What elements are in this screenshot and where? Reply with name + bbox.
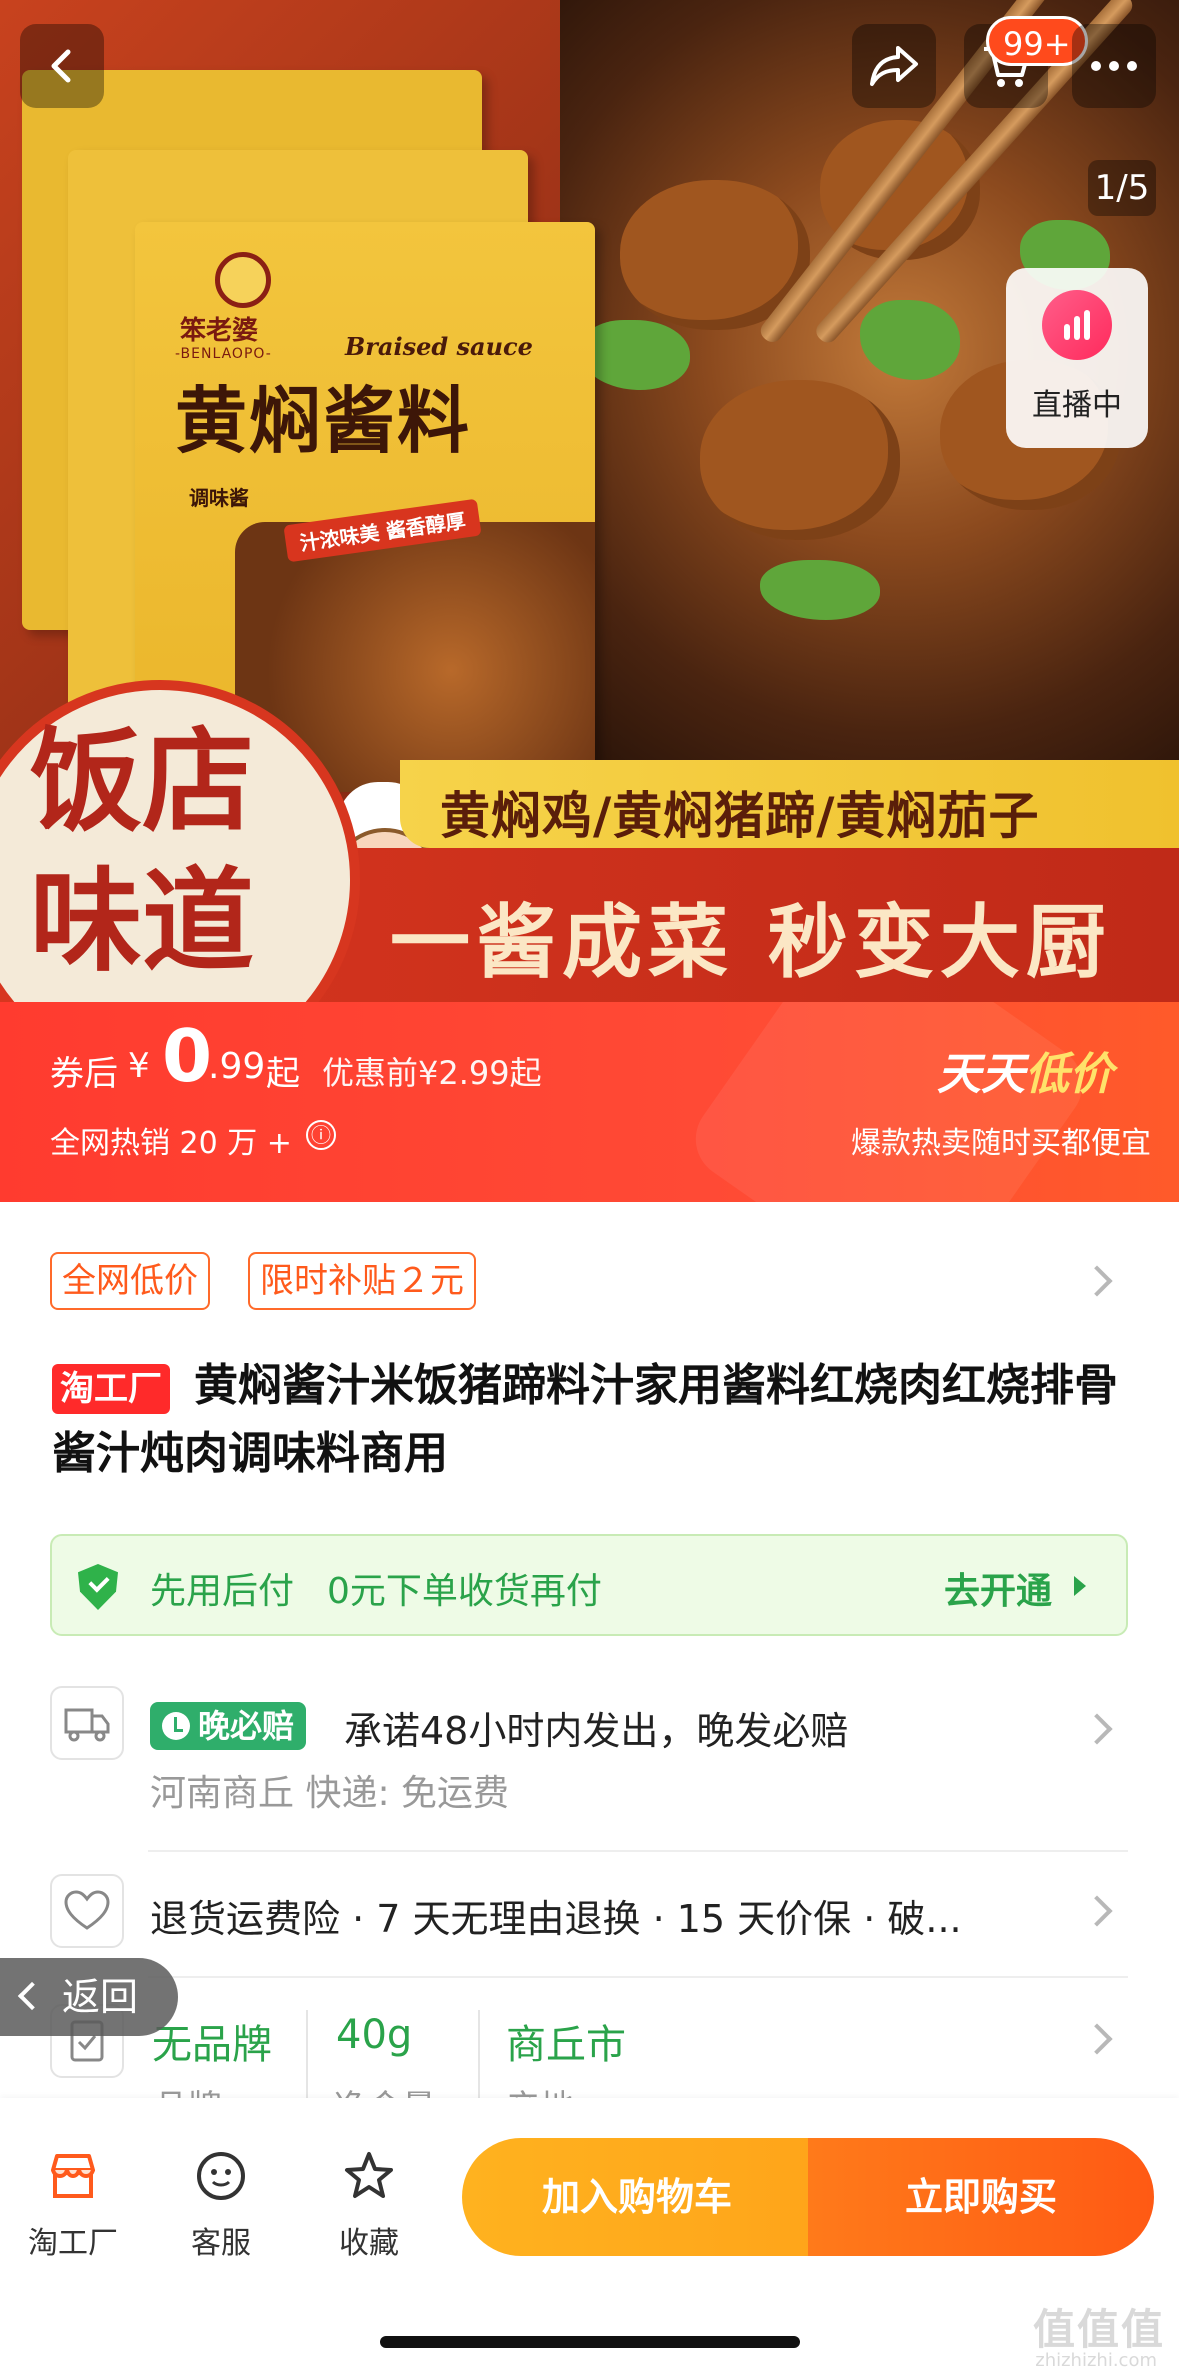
promo-title-a: 天天 [937,1049,1025,1100]
package-tag: 调味酱 [189,486,249,510]
taogongchang-badge: 淘工厂 [52,1364,170,1414]
package-brand-en: -BENLAOPO- [175,346,272,362]
image-page-counter: 1/5 [1088,160,1156,216]
shipping-chevron-icon[interactable] [1081,1713,1113,1745]
dish-list-banner: 黄焖鸡/黄焖猪蹄/黄焖茄子 [400,760,1179,848]
service-icon [197,2152,245,2200]
star-icon [345,2152,393,2198]
restaurant-taste-text: 饭店味道 [30,716,254,987]
attr-origin-value: 商丘市 [506,2022,626,2068]
share-icon [870,46,918,86]
live-icon [1042,290,1112,360]
watermark-url: zhizhizhi.com [1035,2350,1157,2371]
pepper [760,560,880,620]
price-bar: 券后 ¥ 0 .99 起 优惠前¥2.99起 全网热销 20 万 + ⓘ 天天低… [0,1002,1179,1202]
return-button[interactable]: 返回 [0,1958,178,2036]
service-guarantees[interactable]: 退货运费险 · 7 天无理由退换 · 15 天价保 · 破... [150,1888,962,1943]
tab-store-label: 淘工厂 [28,2226,118,2261]
price-suffix: 起 [266,1054,300,1094]
pay-later-subtitle: 0元下单收货再付 [327,1571,602,1612]
package-brand: 笨老婆 [180,316,259,346]
slogan-text: 一酱成菜 秒变大厨 [390,895,1112,989]
dish-list-text: 黄焖鸡/黄焖猪蹄/黄焖茄子 [440,787,1040,845]
meat-chunk [700,380,900,540]
clock-icon [162,1712,190,1740]
info-icon[interactable]: ⓘ [306,1120,336,1150]
product-title: 黄焖酱汁米饭猪蹄料汁家用酱料红烧肉红烧排骨酱汁炖肉调味料商用 [52,1360,1118,1479]
package-english: Braised sauce [345,332,533,361]
tab-favorite[interactable]: 收藏 [304,2148,434,2262]
divider [148,1850,1128,1852]
shield-check-icon [78,1564,118,1610]
product-image-carousel[interactable]: 笨老婆 -BENLAOPO- Braised sauce 黄焖酱料 调味酱 汁浓… [0,0,1179,1002]
shipping-origin-fee: 河南商丘 快递: 免运费 [150,1773,510,1814]
brand-logo-icon [215,252,271,308]
late-badge-label: 晚必赔 [198,1707,295,1745]
promo-subtitle: 爆款热卖随时买都便宜 [851,1126,1151,1161]
original-price: 优惠前¥2.99起 [322,1054,542,1092]
package-title: 黄焖酱料 [175,378,472,463]
tab-favorite-label: 收藏 [339,2226,399,2261]
attributes-chevron-icon[interactable] [1081,2023,1113,2055]
attr-weight-value: 40g [336,2012,413,2058]
live-label: 直播中 [1032,388,1122,423]
chevron-left-icon [17,1981,47,2011]
service-chevron-icon[interactable] [1081,1895,1113,1927]
back-button[interactable] [20,24,104,108]
heart-shield-icon [50,1874,124,1948]
tab-service[interactable]: 客服 [156,2148,286,2262]
pepper [860,300,960,380]
chevron-left-icon [51,49,71,83]
divider [148,1976,1128,1978]
promo-title-b: 低价 [1025,1049,1113,1100]
more-button[interactable] [1072,24,1156,108]
attr-brand-value: 无品牌 [152,2022,272,2068]
return-label: 返回 [62,1975,139,2019]
price-decimal: .99 [208,1046,266,1087]
watermark: 值值值 [1032,2305,1165,2354]
sales-count: 全网热销 20 万 + [50,1126,292,1161]
tags-chevron-icon[interactable] [1081,1265,1113,1297]
late-compensation-badge: 晚必赔 [150,1702,307,1750]
store-icon [51,2154,95,2198]
pay-later-activate[interactable]: 去开通 [944,1562,1052,1614]
price-currency: ¥ [128,1046,150,1086]
price-integer: 0 [162,1014,213,1098]
home-indicator[interactable] [380,2336,800,2348]
tag-subsidy: 限时补贴２元 [248,1252,476,1310]
pepper [580,320,690,390]
tag-lowest-price: 全网低价 [50,1252,210,1310]
share-button[interactable] [852,24,936,108]
more-dots-icon [1091,61,1137,71]
add-to-cart-button[interactable]: 加入购物车 [462,2138,812,2256]
price-label: 券后 [50,1054,118,1094]
tab-store[interactable]: 淘工厂 [8,2148,138,2262]
buy-now-button[interactable]: 立即购买 [808,2138,1154,2256]
pay-later-banner[interactable]: 先用后付 0元下单收货再付 去开通 [50,1534,1128,1636]
tab-service-label: 客服 [191,2226,251,2261]
promo-title: 天天低价 [937,1038,1113,1102]
triangle-right-icon [1074,1576,1086,1596]
shipping-promise: 承诺48小时内发出，晚发必赔 [344,1709,849,1753]
delivery-truck-icon [50,1686,124,1760]
pay-later-label: 先用后付 [150,1571,295,1612]
live-stream-button[interactable]: 直播中 [1006,268,1148,448]
